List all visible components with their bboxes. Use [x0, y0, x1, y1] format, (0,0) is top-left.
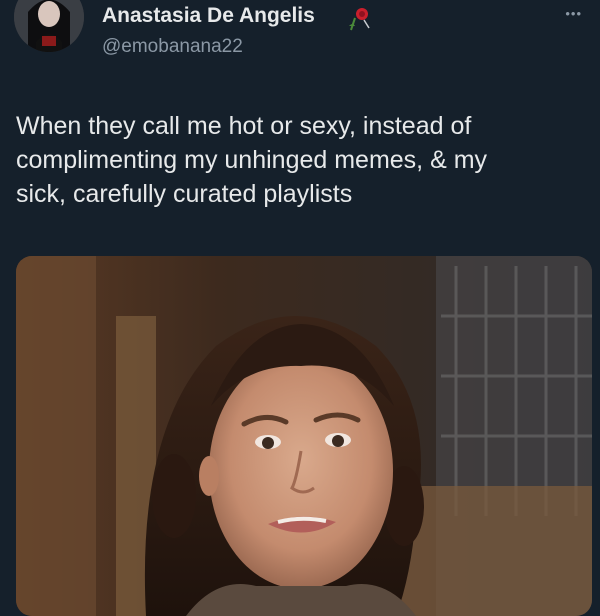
author-avatar[interactable] [14, 0, 84, 52]
author-handle[interactable]: @emobanana22 [102, 36, 243, 58]
more-options-icon[interactable]: ••• [565, 6, 582, 21]
tweet-media-photo[interactable] [16, 256, 592, 616]
avatar-portrait-icon [14, 0, 84, 52]
tweet-text: When they call me hot or sexy, instead o… [16, 112, 488, 208]
photo-image [16, 256, 592, 616]
rose-emoji-icon [345, 4, 373, 32]
author-display-name[interactable]: Anastasia De Angelis [102, 4, 315, 28]
